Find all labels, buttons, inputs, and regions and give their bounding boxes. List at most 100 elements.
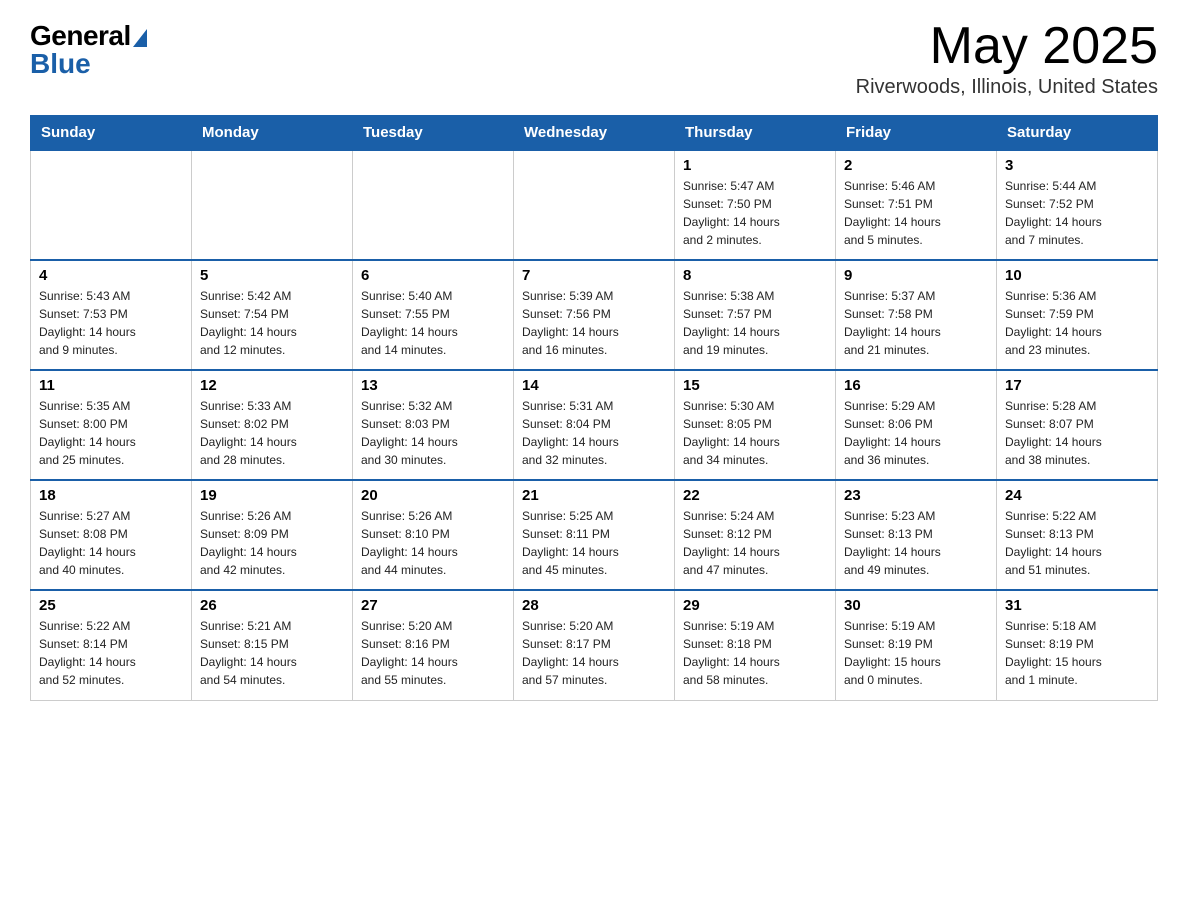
day-info: Sunrise: 5:32 AM Sunset: 8:03 PM Dayligh… (361, 397, 505, 469)
day-number: 27 (361, 597, 505, 614)
calendar-cell: 9 Sunrise: 5:37 AM Sunset: 7:58 PM Daylig… (836, 260, 997, 370)
calendar-cell: 14 Sunrise: 5:31 AM Sunset: 8:04 PM Dayli… (514, 370, 675, 480)
calendar-cell: 24 Sunrise: 5:22 AM Sunset: 8:13 PM Dayli… (997, 480, 1158, 590)
location-text: Riverwoods, Illinois, United States (856, 76, 1158, 99)
calendar-cell: 16 Sunrise: 5:29 AM Sunset: 8:06 PM Dayli… (836, 370, 997, 480)
day-info: Sunrise: 5:40 AM Sunset: 7:55 PM Dayligh… (361, 287, 505, 359)
week-row-5: 25 Sunrise: 5:22 AM Sunset: 8:14 PM Dayli… (31, 590, 1158, 700)
day-number: 22 (683, 487, 827, 504)
day-info: Sunrise: 5:35 AM Sunset: 8:00 PM Dayligh… (39, 397, 183, 469)
day-info: Sunrise: 5:44 AM Sunset: 7:52 PM Dayligh… (1005, 177, 1149, 249)
column-header-friday: Friday (836, 116, 997, 151)
week-row-3: 11 Sunrise: 5:35 AM Sunset: 8:00 PM Dayli… (31, 370, 1158, 480)
calendar-cell: 17Sunrise: 5:28 AM Sunset: 8:07 PM Dayli… (997, 370, 1158, 480)
day-number: 11 (39, 377, 183, 394)
day-number: 12 (200, 377, 344, 394)
day-info: Sunrise: 5:21 AM Sunset: 8:15 PM Dayligh… (200, 617, 344, 689)
day-info: Sunrise: 5:31 AM Sunset: 8:04 PM Dayligh… (522, 397, 666, 469)
day-info: Sunrise: 5:29 AM Sunset: 8:06 PM Dayligh… (844, 397, 988, 469)
calendar-header-row: SundayMondayTuesdayWednesdayThursdayFrid… (31, 116, 1158, 151)
calendar-cell: 11 Sunrise: 5:35 AM Sunset: 8:00 PM Dayli… (31, 370, 192, 480)
calendar-cell: 21Sunrise: 5:25 AM Sunset: 8:11 PM Dayli… (514, 480, 675, 590)
day-number: 9 (844, 267, 988, 284)
day-number: 31 (1005, 597, 1149, 614)
day-info: Sunrise: 5:22 AM Sunset: 8:13 PM Dayligh… (1005, 507, 1149, 579)
day-number: 19 (200, 487, 344, 504)
day-number: 16 (844, 377, 988, 394)
day-number: 2 (844, 157, 988, 174)
day-number: 6 (361, 267, 505, 284)
day-info: Sunrise: 5:22 AM Sunset: 8:14 PM Dayligh… (39, 617, 183, 689)
day-info: Sunrise: 5:26 AM Sunset: 8:10 PM Dayligh… (361, 507, 505, 579)
day-number: 28 (522, 597, 666, 614)
day-info: Sunrise: 5:28 AM Sunset: 8:07 PM Dayligh… (1005, 397, 1149, 469)
day-number: 20 (361, 487, 505, 504)
calendar-cell: 12 Sunrise: 5:33 AM Sunset: 8:02 PM Dayli… (192, 370, 353, 480)
day-number: 24 (1005, 487, 1149, 504)
calendar-cell: 13 Sunrise: 5:32 AM Sunset: 8:03 PM Dayli… (353, 370, 514, 480)
day-number: 29 (683, 597, 827, 614)
column-header-wednesday: Wednesday (514, 116, 675, 151)
calendar-cell (192, 150, 353, 260)
calendar-cell: 27 Sunrise: 5:20 AM Sunset: 8:16 PM Dayli… (353, 590, 514, 700)
day-info: Sunrise: 5:47 AM Sunset: 7:50 PM Dayligh… (683, 177, 827, 249)
day-info: Sunrise: 5:39 AM Sunset: 7:56 PM Dayligh… (522, 287, 666, 359)
day-number: 10 (1005, 267, 1149, 284)
calendar-cell: 1 Sunrise: 5:47 AM Sunset: 7:50 PM Daylig… (675, 150, 836, 260)
calendar-cell (31, 150, 192, 260)
calendar-cell: 5Sunrise: 5:42 AM Sunset: 7:54 PM Daylig… (192, 260, 353, 370)
calendar-cell: 18 Sunrise: 5:27 AM Sunset: 8:08 PM Dayli… (31, 480, 192, 590)
week-row-2: 4Sunrise: 5:43 AM Sunset: 7:53 PM Daylig… (31, 260, 1158, 370)
page-header: General Blue May 2025 Riverwoods, Illino… (30, 20, 1158, 99)
day-number: 8 (683, 267, 827, 284)
week-row-4: 18 Sunrise: 5:27 AM Sunset: 8:08 PM Dayli… (31, 480, 1158, 590)
week-row-1: 1 Sunrise: 5:47 AM Sunset: 7:50 PM Daylig… (31, 150, 1158, 260)
day-number: 23 (844, 487, 988, 504)
calendar-cell: 22 Sunrise: 5:24 AM Sunset: 8:12 PM Dayli… (675, 480, 836, 590)
day-info: Sunrise: 5:36 AM Sunset: 7:59 PM Dayligh… (1005, 287, 1149, 359)
day-info: Sunrise: 5:20 AM Sunset: 8:17 PM Dayligh… (522, 617, 666, 689)
calendar-cell: 23 Sunrise: 5:23 AM Sunset: 8:13 PM Dayli… (836, 480, 997, 590)
day-number: 18 (39, 487, 183, 504)
logo: General Blue (30, 20, 147, 80)
day-number: 25 (39, 597, 183, 614)
day-number: 13 (361, 377, 505, 394)
calendar-cell: 31Sunrise: 5:18 AM Sunset: 8:19 PM Dayli… (997, 590, 1158, 700)
calendar-cell: 6 Sunrise: 5:40 AM Sunset: 7:55 PM Daylig… (353, 260, 514, 370)
day-info: Sunrise: 5:37 AM Sunset: 7:58 PM Dayligh… (844, 287, 988, 359)
calendar-cell: 4Sunrise: 5:43 AM Sunset: 7:53 PM Daylig… (31, 260, 192, 370)
calendar-cell: 19Sunrise: 5:26 AM Sunset: 8:09 PM Dayli… (192, 480, 353, 590)
day-info: Sunrise: 5:20 AM Sunset: 8:16 PM Dayligh… (361, 617, 505, 689)
column-header-saturday: Saturday (997, 116, 1158, 151)
calendar-cell: 30Sunrise: 5:19 AM Sunset: 8:19 PM Dayli… (836, 590, 997, 700)
day-info: Sunrise: 5:27 AM Sunset: 8:08 PM Dayligh… (39, 507, 183, 579)
calendar-cell: 2Sunrise: 5:46 AM Sunset: 7:51 PM Daylig… (836, 150, 997, 260)
day-number: 1 (683, 157, 827, 174)
calendar-cell (353, 150, 514, 260)
calendar-cell: 15 Sunrise: 5:30 AM Sunset: 8:05 PM Dayli… (675, 370, 836, 480)
day-info: Sunrise: 5:24 AM Sunset: 8:12 PM Dayligh… (683, 507, 827, 579)
calendar-cell: 10 Sunrise: 5:36 AM Sunset: 7:59 PM Dayli… (997, 260, 1158, 370)
column-header-tuesday: Tuesday (353, 116, 514, 151)
day-info: Sunrise: 5:43 AM Sunset: 7:53 PM Dayligh… (39, 287, 183, 359)
column-header-monday: Monday (192, 116, 353, 151)
calendar-cell (514, 150, 675, 260)
day-number: 7 (522, 267, 666, 284)
day-info: Sunrise: 5:30 AM Sunset: 8:05 PM Dayligh… (683, 397, 827, 469)
calendar-cell: 26 Sunrise: 5:21 AM Sunset: 8:15 PM Dayli… (192, 590, 353, 700)
column-header-sunday: Sunday (31, 116, 192, 151)
day-number: 26 (200, 597, 344, 614)
day-info: Sunrise: 5:19 AM Sunset: 8:19 PM Dayligh… (844, 617, 988, 689)
calendar-cell: 29Sunrise: 5:19 AM Sunset: 8:18 PM Dayli… (675, 590, 836, 700)
day-number: 3 (1005, 157, 1149, 174)
day-info: Sunrise: 5:23 AM Sunset: 8:13 PM Dayligh… (844, 507, 988, 579)
calendar-cell: 3 Sunrise: 5:44 AM Sunset: 7:52 PM Daylig… (997, 150, 1158, 260)
calendar-cell: 20 Sunrise: 5:26 AM Sunset: 8:10 PM Dayli… (353, 480, 514, 590)
day-info: Sunrise: 5:33 AM Sunset: 8:02 PM Dayligh… (200, 397, 344, 469)
column-header-thursday: Thursday (675, 116, 836, 151)
day-number: 14 (522, 377, 666, 394)
calendar-cell: 7 Sunrise: 5:39 AM Sunset: 7:56 PM Daylig… (514, 260, 675, 370)
day-number: 15 (683, 377, 827, 394)
day-info: Sunrise: 5:38 AM Sunset: 7:57 PM Dayligh… (683, 287, 827, 359)
logo-blue-text: Blue (30, 48, 91, 80)
